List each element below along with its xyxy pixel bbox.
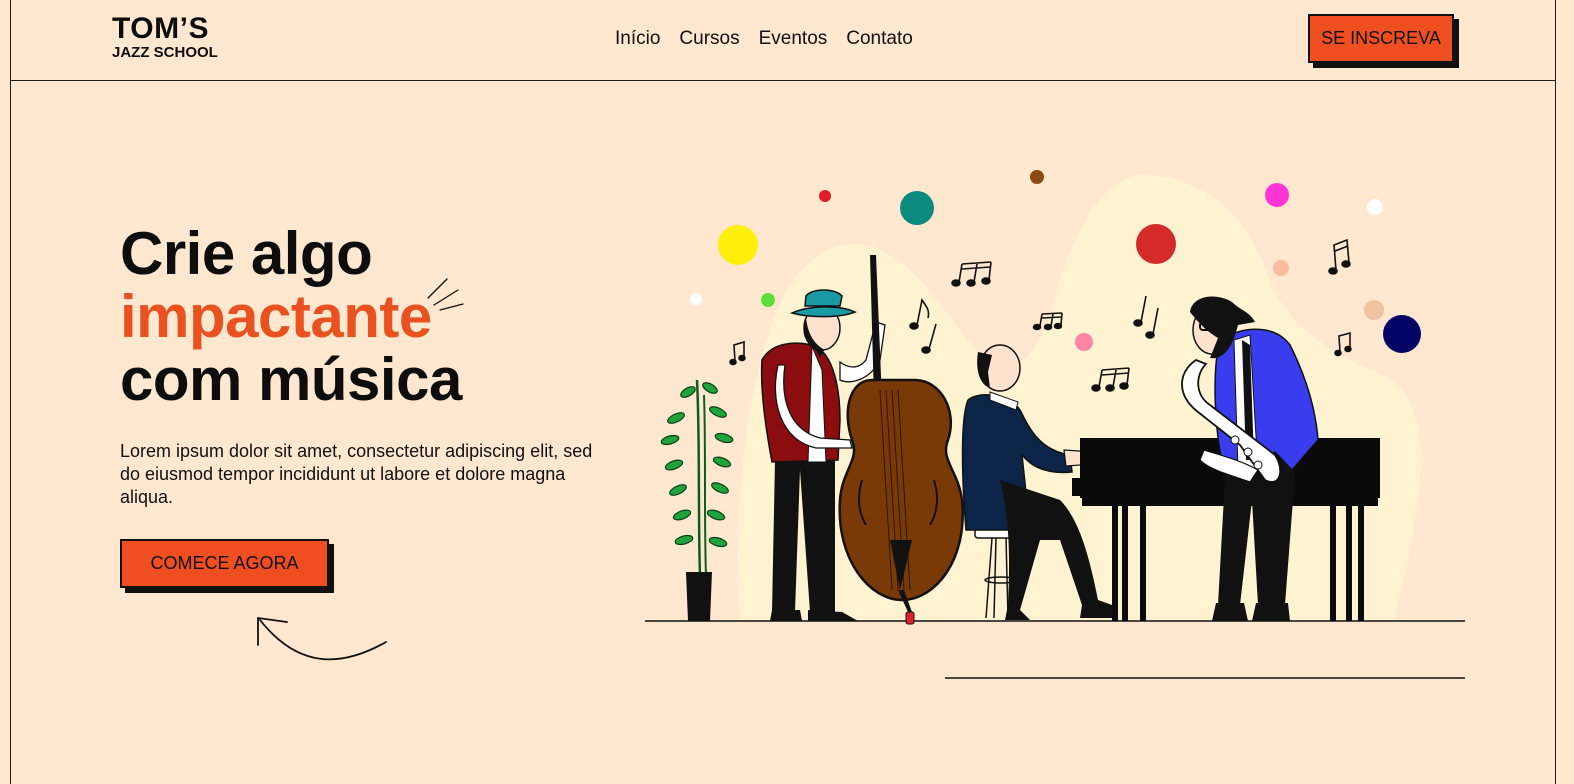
- jazz-band-illustration: [257, 170, 1465, 679]
- sparkle-lines-icon: [427, 278, 464, 311]
- potted-plant: [660, 379, 734, 621]
- curved-arrow-icon: [257, 616, 387, 661]
